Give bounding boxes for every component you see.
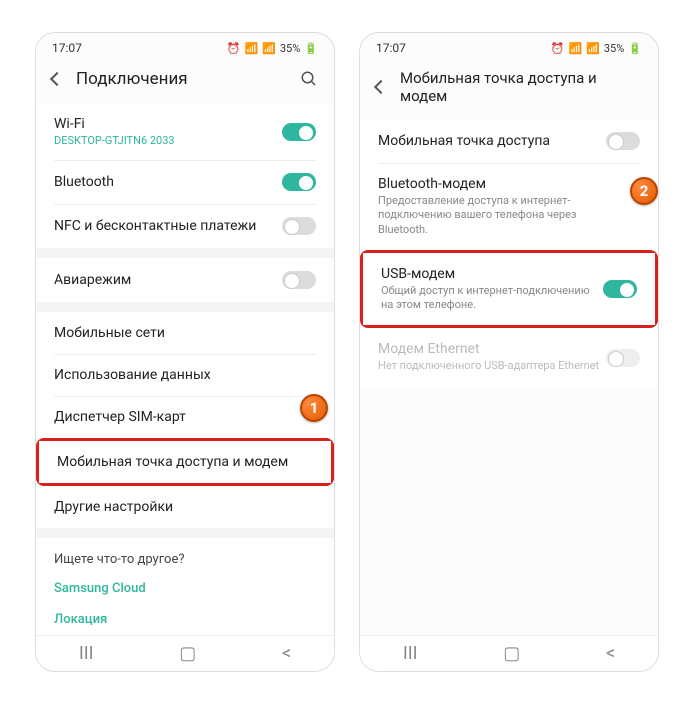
divider [36,302,334,312]
bt-modem-label: Bluetooth-модем [378,176,640,192]
signal-icon: 📶 [586,42,600,55]
battery-text: 35% [280,42,300,55]
alarm-icon: ⏰ [551,42,565,55]
wifi-toggle[interactable] [282,123,316,141]
signal-icon: 📶 [262,42,276,55]
search-heading: Ищете что-то другое? [36,538,334,573]
back-icon[interactable] [50,72,64,86]
status-time: 17:07 [376,41,406,55]
status-time: 17:07 [52,41,82,55]
nav-home[interactable]: ▢ [179,643,196,664]
bt-toggle[interactable] [282,173,316,191]
row-usb[interactable]: USB-модем Общий доступ к интернет-подклю… [363,253,655,326]
battery-icon: 🔋 [304,42,318,55]
status-icons: ⏰ 📶 📶 35% 🔋 [551,42,642,55]
nfc-label: NFC и бесконтактные платежи [54,218,282,234]
hotspot-toggle[interactable] [606,132,640,150]
alarm-icon: ⏰ [227,42,241,55]
eth-toggle [606,349,640,367]
row-airplane[interactable]: Авиарежим [36,258,334,302]
other-label: Другие настройки [54,499,316,515]
navbar: III ▢ < [360,635,658,671]
wifi-label: Wi-Fi [54,116,282,132]
nav-recent[interactable]: III [403,643,418,664]
header: Мобильная точка доступа и модем [360,59,658,119]
status-icons: ⏰ 📶 📶 35% 🔋 [227,42,318,55]
row-hotspot[interactable]: Мобильная точка доступа [360,119,658,163]
settings-list: Мобильная точка доступа Bluetooth-модем … [360,119,658,635]
page-title: Мобильная точка доступа и модем [400,69,642,105]
search-icon[interactable] [300,70,318,88]
hotspot-label: Мобильная точка доступа [378,133,606,149]
sim-label: Диспетчер SIM-карт [54,409,316,425]
nav-back[interactable]: < [606,643,615,664]
row-nfc[interactable]: NFC и бесконтактные платежи [36,204,334,248]
row-bluetooth[interactable]: Bluetooth [36,160,334,204]
usb-toggle[interactable] [603,280,637,298]
nav-back[interactable]: < [282,643,291,664]
nav-home[interactable]: ▢ [503,643,520,664]
data-usage-label: Использование данных [54,367,316,383]
page-title: Подключения [76,69,286,89]
bt-modem-desc: Предоставление доступа к интернет-подклю… [378,194,640,237]
navbar: III ▢ < [36,635,334,671]
eth-desc: Нет подключенного USB-адаптера Ethernet [378,359,606,373]
usb-label: USB-модем [381,266,603,282]
highlight-hotspot: Мобильная точка доступа и модем [36,438,334,486]
battery-text: 35% [604,42,624,55]
airplane-toggle[interactable] [282,271,316,289]
airplane-label: Авиарежим [54,272,282,288]
badge-2: 2 [630,177,658,205]
status-bar: 17:07 ⏰ 📶 📶 35% 🔋 [36,33,334,59]
row-bt-modem[interactable]: Bluetooth-модем Предоставление доступа к… [360,163,658,250]
divider [36,528,334,538]
wifi-icon: 📶 [244,42,258,55]
wifi-icon: 📶 [568,42,582,55]
battery-icon: 🔋 [628,42,642,55]
row-wifi[interactable]: Wi-Fi DESKTOP-GTJITN6 2033 [36,103,334,160]
usb-desc: Общий доступ к интернет-подключению на э… [381,284,603,313]
highlight-usb: USB-модем Общий доступ к интернет-подклю… [360,250,658,329]
badge-1: 1 [300,394,328,422]
back-icon[interactable] [374,80,388,94]
header: Подключения [36,59,334,103]
bt-label: Bluetooth [54,174,282,190]
link-samsung-cloud[interactable]: Samsung Cloud [36,573,334,604]
row-hotspot[interactable]: Мобильная точка доступа и модем [39,441,331,483]
mobile-nets-label: Мобильные сети [54,325,316,341]
row-sim[interactable]: Диспетчер SIM-карт 1 [36,396,334,438]
phone-right: 17:07 ⏰ 📶 📶 35% 🔋 Мобильная точка доступ… [359,32,659,672]
phone-left: 17:07 ⏰ 📶 📶 35% 🔋 Подключения Wi-Fi DESK… [35,32,335,672]
row-other[interactable]: Другие настройки [36,486,334,528]
nfc-toggle[interactable] [282,217,316,235]
row-data-usage[interactable]: Использование данных [36,354,334,396]
row-mobile-nets[interactable]: Мобильные сети [36,312,334,354]
hotspot-label: Мобильная точка доступа и модем [57,454,313,470]
link-location[interactable]: Локация [36,604,334,635]
wifi-sub: DESKTOP-GTJITN6 2033 [54,134,282,147]
row-ethernet: Модем Ethernet Нет подключенного USB-ада… [360,328,658,386]
divider [36,248,334,258]
nav-recent[interactable]: III [79,643,94,664]
settings-list: Wi-Fi DESKTOP-GTJITN6 2033 Bluetooth NFC… [36,103,334,635]
status-bar: 17:07 ⏰ 📶 📶 35% 🔋 [360,33,658,59]
eth-label: Модем Ethernet [378,341,606,357]
